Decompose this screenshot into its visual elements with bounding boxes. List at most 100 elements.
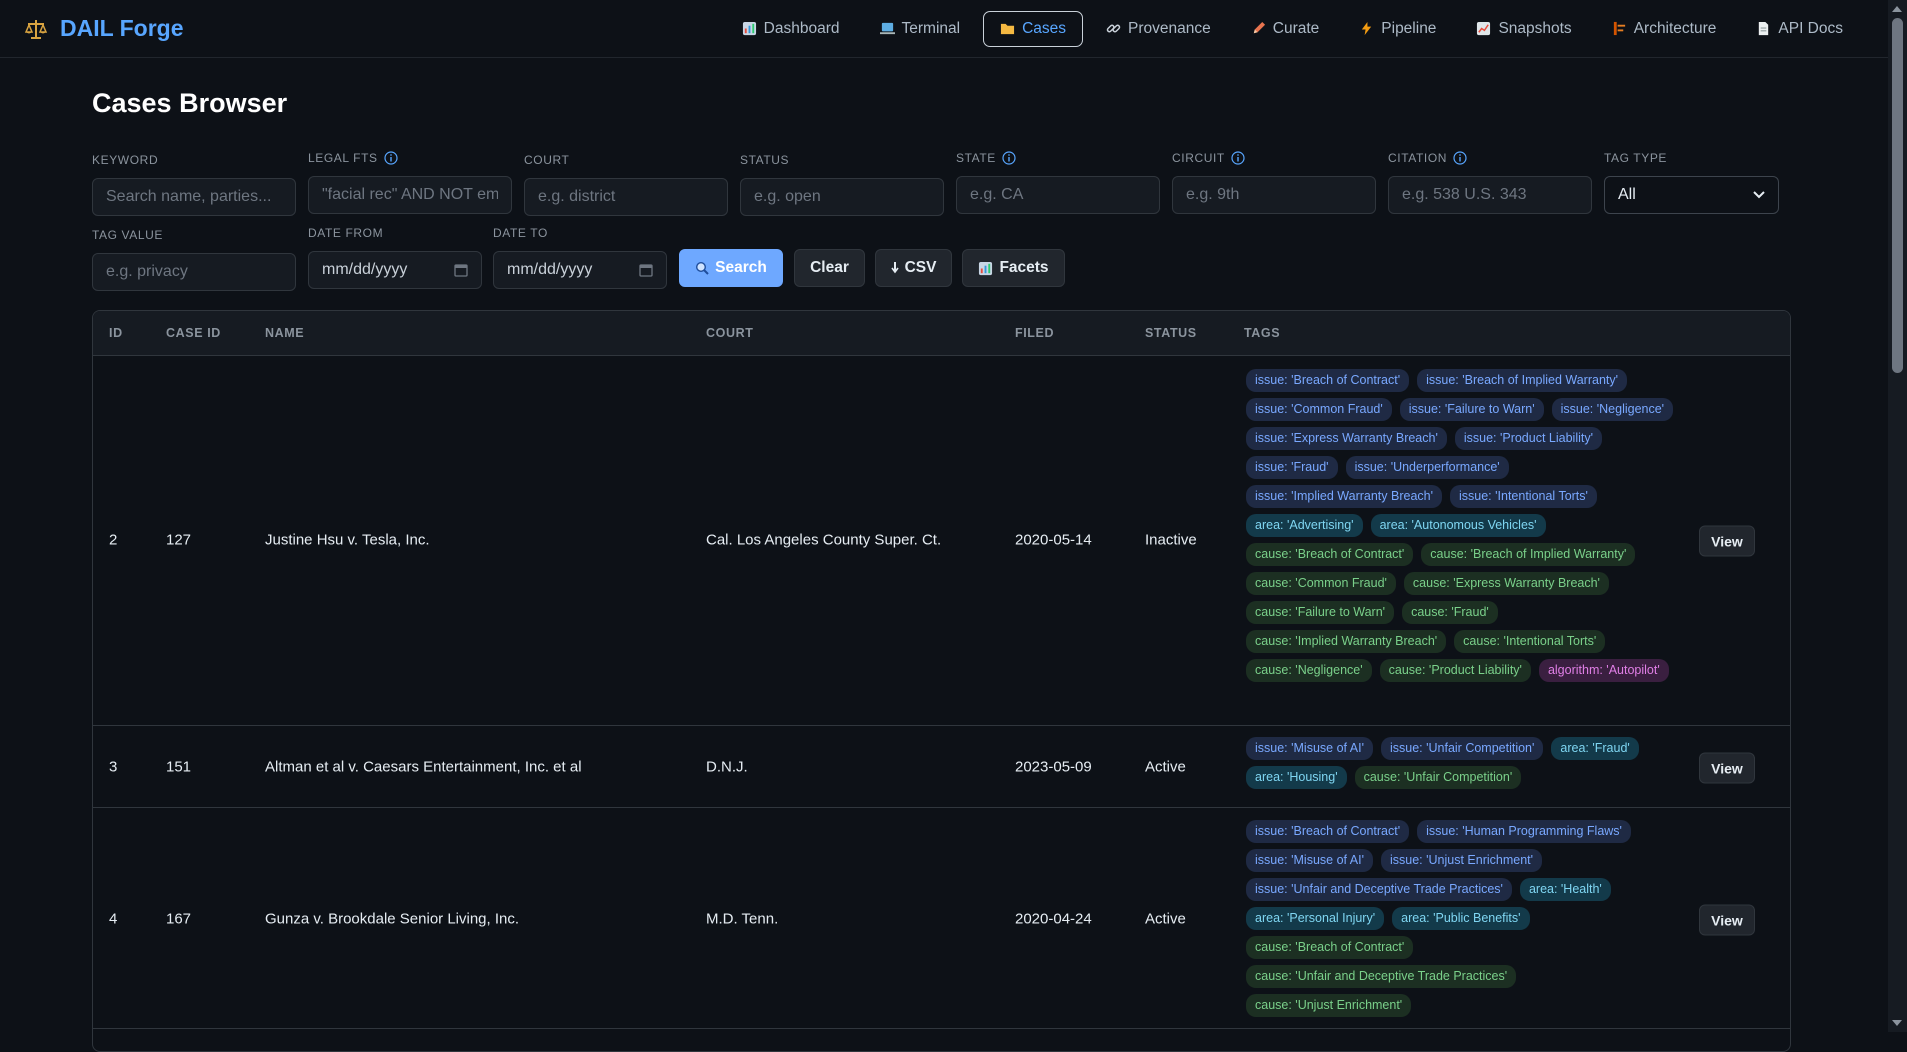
cell-id: 3 <box>109 758 118 776</box>
scales-icon <box>24 19 48 39</box>
info-icon[interactable] <box>1453 151 1467 165</box>
column-header-status[interactable]: STATUS <box>1145 311 1197 355</box>
tag-chip-cause[interactable]: cause: 'Negligence' <box>1246 659 1372 682</box>
brand[interactable]: DAIL Forge <box>0 15 184 42</box>
tag-chip-area[interactable]: area: 'Personal Injury' <box>1246 907 1385 930</box>
tag-chip-issue[interactable]: issue: 'Negligence' <box>1551 398 1674 421</box>
citation-label-row: CITATION <box>1388 150 1592 166</box>
calendar-icon[interactable] <box>454 263 468 277</box>
tag-chip-issue[interactable]: issue: 'Breach of Contract' <box>1246 820 1410 843</box>
date-from-value: mm/dd/yyyy <box>322 261 408 278</box>
tag-chip-issue[interactable]: issue: 'Unfair and Deceptive Trade Pract… <box>1246 878 1512 901</box>
status-input[interactable] <box>740 178 944 216</box>
tag-chip-cause[interactable]: cause: 'Unfair and Deceptive Trade Pract… <box>1246 965 1517 988</box>
calendar-icon[interactable] <box>639 263 653 277</box>
search-button[interactable]: Search <box>679 249 783 287</box>
tag-chip-algorithm[interactable]: algorithm: 'Autopilot' <box>1538 659 1669 682</box>
scroll-down-arrow-icon[interactable] <box>1892 1020 1902 1026</box>
view-button[interactable]: View <box>1699 752 1755 784</box>
tag-chip-cause[interactable]: cause: 'Intentional Torts' <box>1454 630 1606 653</box>
tag-chip-area[interactable]: area: 'Housing' <box>1246 766 1347 789</box>
nav-provenance[interactable]: Provenance <box>1089 11 1228 47</box>
bar-chart-icon <box>742 21 756 36</box>
nav-cases[interactable]: Cases <box>983 10 1084 47</box>
tag-chip-cause[interactable]: cause: 'Implied Warranty Breach' <box>1246 630 1447 653</box>
nav-curate[interactable]: Curate <box>1234 11 1337 47</box>
tag-chip-issue[interactable]: issue: 'Human Programming Flaws' <box>1417 820 1631 843</box>
page-scrollbar[interactable] <box>1888 0 1907 1032</box>
circuit-input[interactable] <box>1172 176 1376 214</box>
view-button[interactable]: View <box>1699 525 1755 557</box>
download-arrow-icon <box>890 262 899 274</box>
info-icon[interactable] <box>1002 151 1016 165</box>
column-header-name[interactable]: NAME <box>265 311 304 355</box>
view-button-label: View <box>1711 533 1743 549</box>
tag-chip-area[interactable]: area: 'Advertising' <box>1246 514 1363 537</box>
tag-chip-issue[interactable]: issue: 'Fraud' <box>1246 456 1338 479</box>
legal-fts-label-row: LEGAL FTS <box>308 150 512 166</box>
tag-chip-issue[interactable]: issue: 'Breach of Implied Warranty' <box>1417 369 1628 392</box>
tag-chip-issue[interactable]: issue: 'Unjust Enrichment' <box>1380 849 1543 872</box>
tag-chip-issue[interactable]: issue: 'Common Fraud' <box>1246 398 1392 421</box>
nav-api-docs[interactable]: API Docs <box>1739 11 1860 47</box>
view-button[interactable]: View <box>1699 904 1755 936</box>
date-to-input[interactable]: mm/dd/yyyy <box>493 251 667 289</box>
tag-chip-issue[interactable]: issue: 'Breach of Contract' <box>1246 369 1410 392</box>
scroll-thumb[interactable] <box>1892 18 1903 373</box>
tag-chip-cause[interactable]: cause: 'Express Warranty Breach' <box>1403 572 1609 595</box>
column-header-court[interactable]: COURT <box>706 311 753 355</box>
tag-chip-area[interactable]: area: 'Health' <box>1519 878 1611 901</box>
tag-chip-cause[interactable]: cause: 'Unjust Enrichment' <box>1246 994 1412 1017</box>
cell-filed: 2020-04-24 <box>1015 910 1092 928</box>
tag-chip-issue[interactable]: issue: 'Failure to Warn' <box>1399 398 1544 421</box>
tag-chip-issue[interactable]: issue: 'Intentional Torts' <box>1450 485 1597 508</box>
tag-chip-issue[interactable]: issue: 'Misuse of AI' <box>1246 737 1373 760</box>
tag-chip-cause[interactable]: cause: 'Failure to Warn' <box>1246 601 1395 624</box>
column-header-id[interactable]: ID <box>109 311 123 355</box>
tag-chip-area[interactable]: area: 'Fraud' <box>1551 737 1639 760</box>
top-navbar: DAIL Forge Dashboard Terminal Cases Prov… <box>0 0 1888 58</box>
nav-architecture[interactable]: Architecture <box>1595 11 1734 47</box>
legal-fts-input[interactable] <box>308 176 512 214</box>
nav-label: Snapshots <box>1498 19 1572 37</box>
info-icon[interactable] <box>384 151 398 165</box>
info-icon[interactable] <box>1231 151 1245 165</box>
tag-chip-area[interactable]: area: 'Public Benefits' <box>1392 907 1530 930</box>
tag-chip-issue[interactable]: issue: 'Underperformance' <box>1345 456 1509 479</box>
date-from-input[interactable]: mm/dd/yyyy <box>308 251 482 289</box>
nav-label: Provenance <box>1128 19 1211 37</box>
tag-chip-issue[interactable]: issue: 'Implied Warranty Breach' <box>1246 485 1442 508</box>
keyword-input[interactable] <box>92 178 296 216</box>
tag-chip-issue[interactable]: issue: 'Product Liability' <box>1454 427 1602 450</box>
tag-chip-cause[interactable]: cause: 'Common Fraud' <box>1246 572 1396 595</box>
tag-value-input[interactable] <box>92 253 296 291</box>
tag-chip-cause[interactable]: cause: 'Breach of Contract' <box>1246 936 1414 959</box>
tag-chip-issue[interactable]: issue: 'Misuse of AI' <box>1246 849 1373 872</box>
state-input[interactable] <box>956 176 1160 214</box>
tag-chip-area[interactable]: area: 'Autonomous Vehicles' <box>1370 514 1546 537</box>
nav-terminal[interactable]: Terminal <box>863 11 978 47</box>
tag-chip-cause[interactable]: cause: 'Breach of Contract' <box>1246 543 1414 566</box>
tag-chip-issue[interactable]: issue: 'Unfair Competition' <box>1380 737 1544 760</box>
scroll-up-arrow-icon[interactable] <box>1892 6 1902 12</box>
facets-button[interactable]: Facets <box>962 249 1065 287</box>
court-input[interactable] <box>524 178 728 216</box>
tag-chip-issue[interactable]: issue: 'Express Warranty Breach' <box>1246 427 1447 450</box>
nav-snapshots[interactable]: Snapshots <box>1459 11 1588 47</box>
csv-button[interactable]: CSV <box>875 249 952 287</box>
nav-dashboard[interactable]: Dashboard <box>725 11 857 47</box>
tag-chip-cause[interactable]: cause: 'Product Liability' <box>1379 659 1531 682</box>
tag-chip-cause[interactable]: cause: 'Breach of Implied Warranty' <box>1421 543 1636 566</box>
citation-input[interactable] <box>1388 176 1592 214</box>
nav-pipeline[interactable]: Pipeline <box>1342 11 1453 47</box>
column-header-filed[interactable]: FILED <box>1015 311 1054 355</box>
tag-type-select[interactable]: All <box>1604 176 1779 214</box>
status-label: STATUS <box>740 153 790 167</box>
column-header-case-id[interactable]: CASE ID <box>166 311 221 355</box>
court-label: COURT <box>524 153 570 167</box>
tag-chip-cause[interactable]: cause: 'Fraud' <box>1402 601 1498 624</box>
date-from-label: DATE FROM <box>308 226 384 240</box>
clear-button[interactable]: Clear <box>794 249 865 287</box>
cell-case-id: 167 <box>166 910 192 928</box>
tag-chip-cause[interactable]: cause: 'Unfair Competition' <box>1354 766 1522 789</box>
